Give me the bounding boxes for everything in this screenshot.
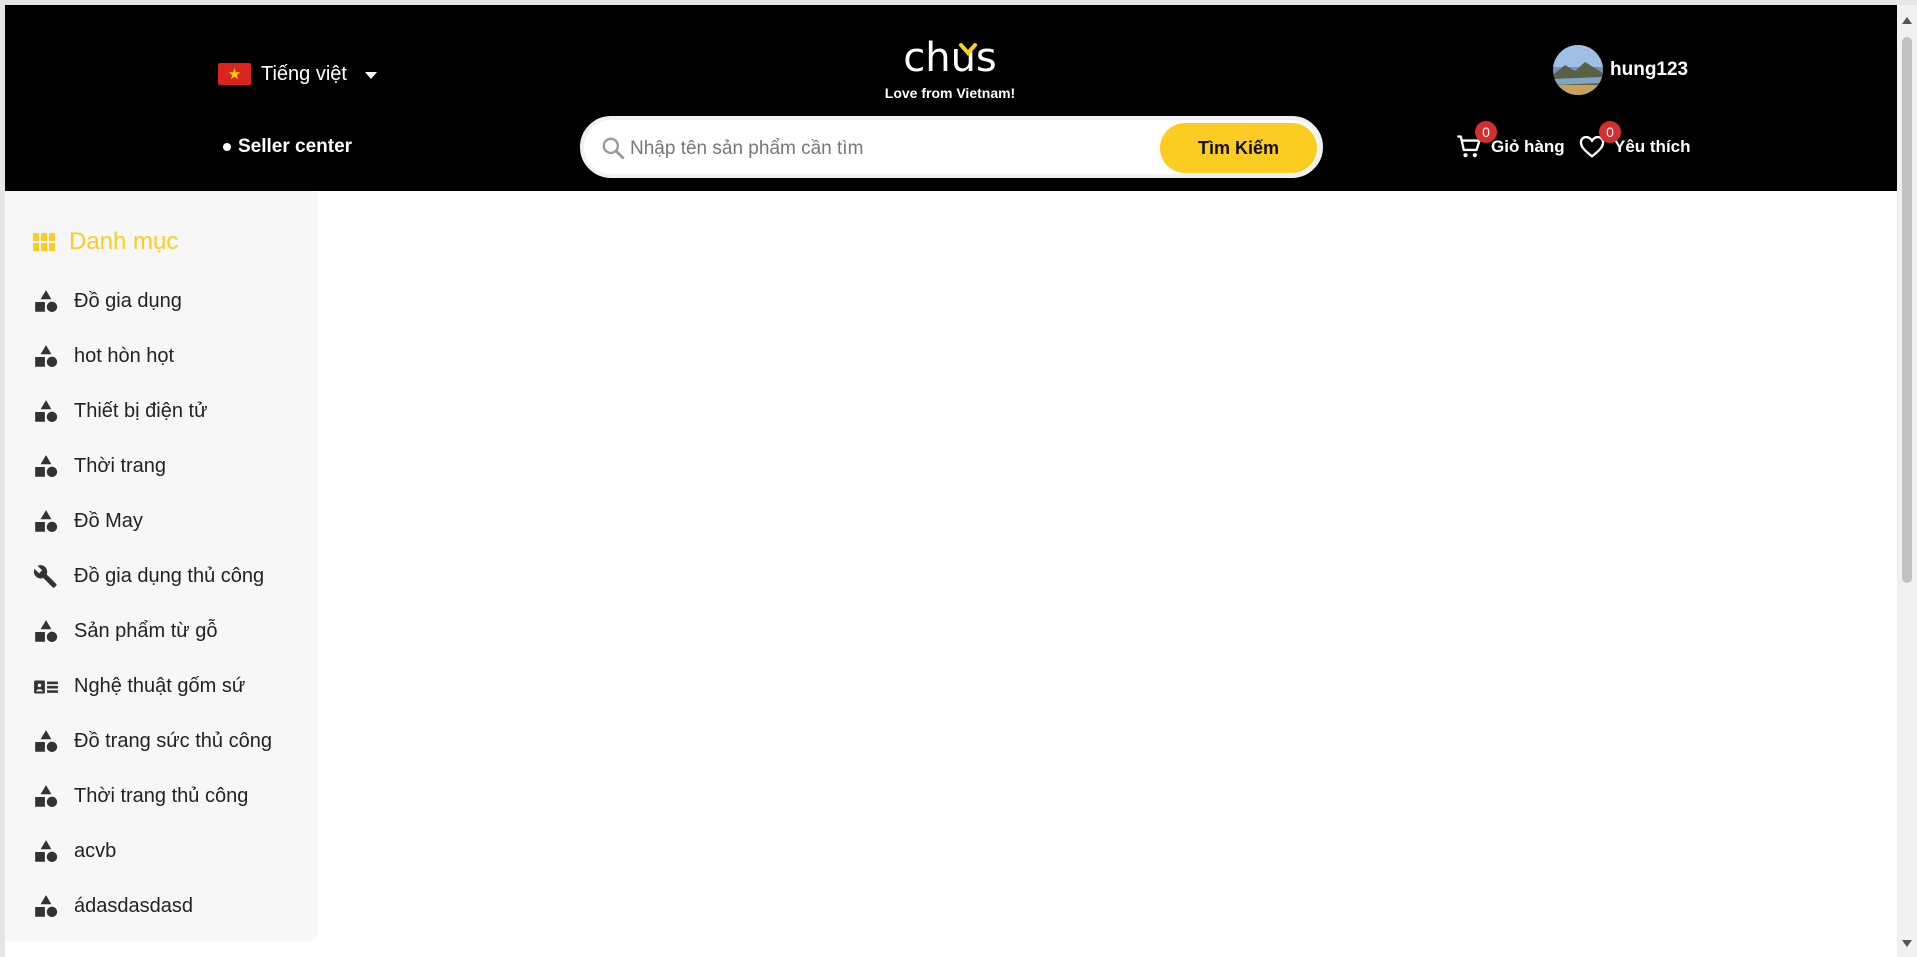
shapes-icon [32,508,60,536]
category-label: Nghệ thuật gốm sứ [74,675,246,697]
site-header: ★ Tiếng việt Seller center chus Love fro… [5,5,1897,191]
grid-icon [33,233,55,251]
category-label: Đồ gia dụng [74,290,182,312]
language-selector[interactable]: ★ Tiếng việt [218,57,377,91]
cart-button[interactable]: 0 Giỏ hàng [1455,121,1565,161]
logo-tagline: Love from Vietnam! [885,85,1015,101]
search-icon [602,137,625,160]
category-label: Sản phẩm từ gỗ [74,620,218,642]
shapes-icon [32,893,60,921]
cart-label: Giỏ hàng [1491,137,1565,156]
shapes-icon [32,618,60,646]
category-title: Danh mục [69,228,179,255]
user-profile[interactable]: hung123 [1553,45,1688,95]
category-item[interactable]: Đồ trang sức thủ công [32,714,272,769]
shapes-icon [32,838,60,866]
category-label: acvb [74,840,117,862]
search-button[interactable]: Tìm Kiếm [1160,123,1317,173]
cart-count-badge: 0 [1475,121,1497,143]
avatar [1553,45,1603,95]
shapes-icon [32,398,60,426]
logo-text: chus [903,35,997,81]
category-sidebar: Danh mục Đồ gia dụng hot hòn họt Thiết b… [5,191,318,941]
shapes-icon [32,453,60,481]
chevron-down-icon [364,72,377,79]
username: hung123 [1610,59,1689,80]
language-label: Tiếng việt [261,62,347,85]
scroll-up-arrow-icon[interactable] [1902,17,1912,24]
wishlist-label: Yêu thích [1614,137,1691,156]
category-label: Thời trang thủ công [74,785,249,807]
vietnam-flag-icon: ★ [218,63,251,85]
bullet-icon [223,143,231,151]
seller-center-label: Seller center [238,136,353,157]
category-label: Đồ trang sức thủ công [74,730,272,752]
category-label: Thời trang [74,455,167,477]
category-item[interactable]: ádasdasdasd [32,879,272,934]
category-list: Đồ gia dụng hot hòn họt Thiết bị điện tử… [32,274,272,934]
shapes-icon [32,728,60,756]
chus-logo[interactable]: chus Love from Vietnam! [875,35,1025,105]
category-item[interactable]: Đồ gia dụng [32,274,272,329]
scroll-down-arrow-icon[interactable] [1902,940,1912,947]
category-item[interactable]: Đồ gia dụng thủ công [32,549,272,604]
vertical-scrollbar[interactable] [1897,5,1917,957]
category-label: Đồ gia dụng thủ công [74,565,265,587]
category-item[interactable]: Thời trang [32,439,272,494]
shapes-icon [32,288,60,316]
wrench-icon [32,563,60,591]
seller-center-link[interactable]: Seller center [223,136,352,158]
category-item[interactable]: Sản phẩm từ gỗ [32,604,272,659]
category-item[interactable]: Thời trang thủ công [32,769,272,824]
category-item[interactable]: hot hòn họt [32,329,272,384]
category-item[interactable]: Đồ May [32,494,272,549]
scrollbar-thumb[interactable] [1902,37,1912,583]
search-bar: Tìm Kiếm [580,116,1323,178]
category-label: ádasdasdasd [74,895,193,917]
category-item[interactable]: Nghệ thuật gốm sứ [32,659,272,714]
category-item[interactable]: Thiết bị điện tử [32,384,272,439]
card-icon [32,673,60,701]
search-input[interactable] [628,128,1152,170]
wishlist-button[interactable]: 0 Yêu thích [1578,121,1691,161]
category-header: Danh mục [32,228,178,256]
browser-window: ★ Tiếng việt Seller center chus Love fro… [5,5,1897,957]
shapes-icon [32,783,60,811]
shapes-icon [32,343,60,371]
category-label: hot hòn họt [74,345,175,367]
category-label: Thiết bị điện tử [74,400,208,422]
category-label: Đồ May [74,510,143,532]
category-item[interactable]: acvb [32,824,272,879]
wishlist-count-badge: 0 [1599,121,1621,143]
